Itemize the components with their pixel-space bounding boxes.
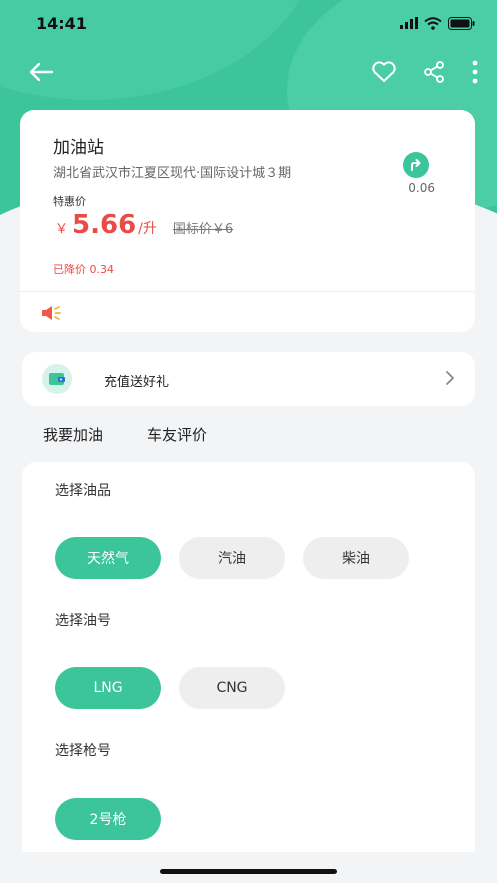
tab-reviews[interactable]: 车友评价: [147, 424, 207, 445]
station-card: 加油站 湖北省武汉市江夏区现代·国际设计城３期 0.06 特惠价 ￥ 5.66 …: [20, 110, 475, 332]
promo-price-label: 特惠价: [53, 195, 86, 208]
status-icons: [400, 16, 475, 30]
heart-icon[interactable]: [371, 61, 397, 83]
navigate-button[interactable]: [403, 152, 429, 178]
fuel-grade-title: 选择油号: [55, 613, 111, 629]
tab-refuel[interactable]: 我要加油: [43, 424, 103, 445]
currency-symbol: ￥: [55, 222, 69, 237]
status-time: 14:41: [36, 13, 87, 33]
fuel-type-options: 天然气 汽油 柴油: [55, 537, 409, 579]
fuel-grade-options: LNG CNG: [55, 667, 285, 709]
price-drop-label: 已降价 0.34: [53, 263, 114, 276]
signal-icon: [400, 17, 418, 29]
recharge-label: 充值送好礼: [104, 375, 170, 390]
station-address: 湖北省武汉市江夏区现代·国际设计城３期: [53, 166, 292, 181]
back-arrow-icon[interactable]: [28, 62, 54, 82]
list-price: 国标价￥6: [172, 222, 234, 237]
distance: 0.06: [408, 181, 435, 195]
price-unit: /升: [138, 221, 157, 237]
navigate-icon: [411, 159, 421, 171]
more-icon[interactable]: [471, 60, 479, 84]
station-name: 加油站: [53, 138, 104, 158]
home-indicator[interactable]: [160, 869, 337, 874]
tab-bar: 我要加油 车友评价: [43, 424, 207, 445]
fuel-option-diesel[interactable]: 柴油: [303, 537, 409, 579]
wallet-icon: [42, 364, 72, 394]
nozzle-title: 选择枪号: [55, 743, 111, 759]
speaker-icon[interactable]: [40, 304, 64, 322]
fuel-option-gasoline[interactable]: 汽油: [179, 537, 285, 579]
share-icon[interactable]: [423, 61, 445, 83]
grade-option-cng[interactable]: CNG: [179, 667, 285, 709]
wifi-icon: [424, 16, 442, 30]
fuel-options-card: 选择油品 天然气 汽油 柴油 选择油号 LNG CNG 选择枪号 2号枪: [22, 462, 475, 852]
nozzle-options: 2号枪: [55, 798, 161, 840]
battery-icon: [448, 16, 475, 30]
nav-bar: [0, 52, 497, 92]
fuel-type-title: 选择油品: [55, 483, 111, 499]
fuel-option-natural-gas[interactable]: 天然气: [55, 537, 161, 579]
price-value: 5.66: [72, 210, 137, 240]
divider: [20, 291, 475, 292]
chevron-right-icon: [446, 371, 454, 385]
recharge-banner[interactable]: 充值送好礼: [22, 352, 475, 406]
nozzle-option-2[interactable]: 2号枪: [55, 798, 161, 840]
price-row: ￥ 5.66 /升 国标价￥6: [55, 210, 233, 240]
grade-option-lng[interactable]: LNG: [55, 667, 161, 709]
status-bar: 14:41: [0, 0, 497, 46]
